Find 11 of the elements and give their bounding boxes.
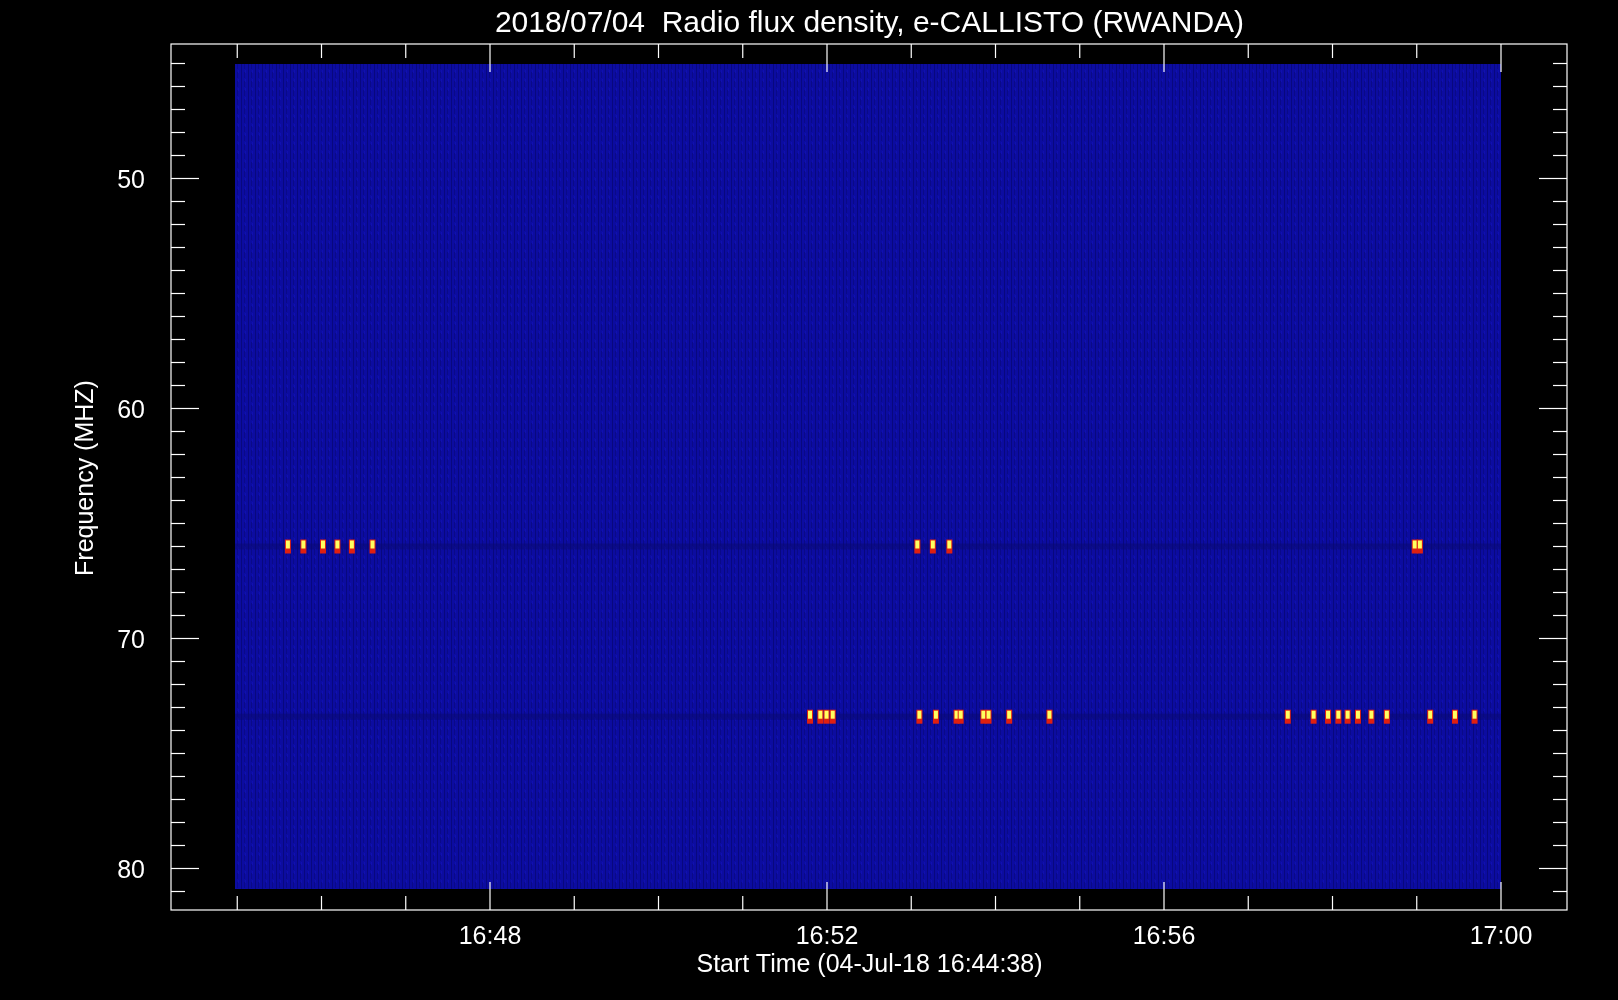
tick-label: 16:52 (795, 921, 859, 949)
tick-label: 60 (117, 394, 145, 423)
axis-label: Start Time (04-Jul-18 16:44:38) (695, 950, 1044, 979)
axis-label: Frequency (MHZ) (71, 380, 97, 576)
chart-title: 2018/07/04 Radio flux density, e-CALLISTO (RWANDA) (493, 6, 1246, 37)
tick-label: 16:48 (458, 921, 522, 949)
tick-label: 17:00 (1469, 921, 1533, 949)
tick-label: 70 (117, 624, 145, 653)
tick-label: 80 (117, 854, 145, 883)
tick-label: 16:56 (1132, 921, 1196, 949)
tick-label: 50 (117, 164, 145, 193)
